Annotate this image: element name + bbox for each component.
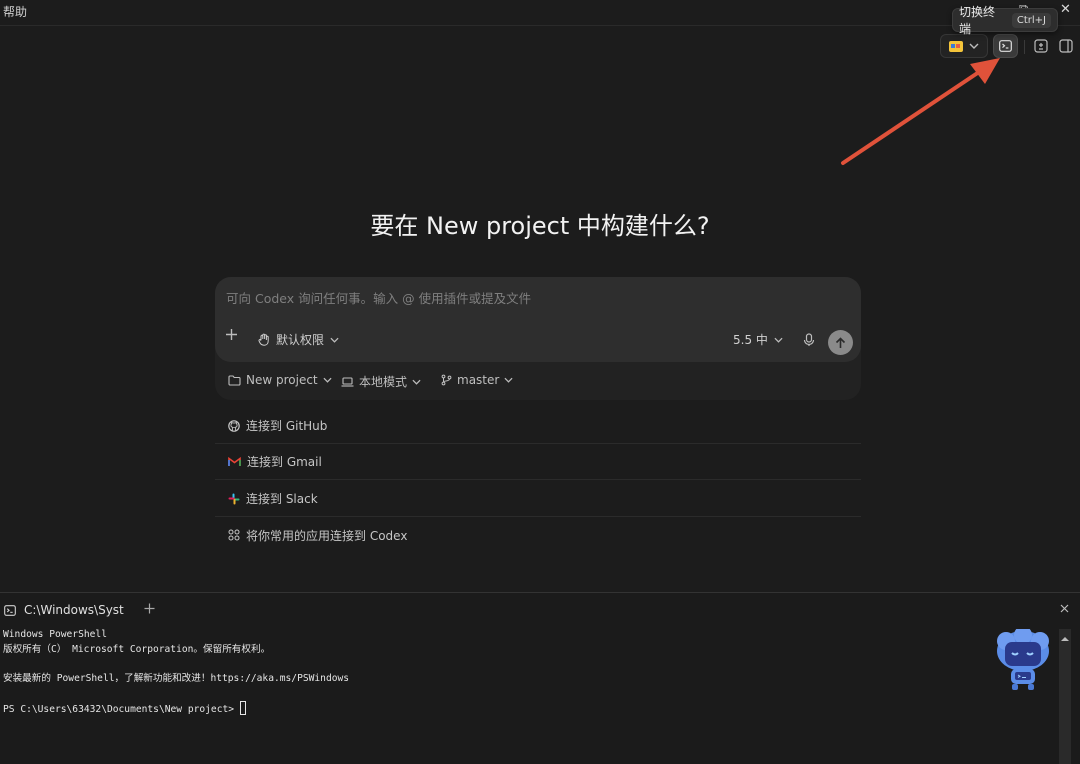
robot-mascot-icon xyxy=(997,629,1049,690)
mode-selector[interactable]: 本地模式 xyxy=(341,373,421,390)
close-icon xyxy=(1060,604,1069,613)
close-terminal-button[interactable] xyxy=(1060,602,1069,616)
branch-selector[interactable]: master xyxy=(441,373,513,387)
connect-slack-item[interactable]: 连接到 Slack xyxy=(215,481,861,517)
prompt-input[interactable]: 可向 Codex 询问任何事。输入 @ 使用插件或提及文件 xyxy=(226,288,531,307)
arrow-up-icon xyxy=(835,336,846,348)
connect-github-item[interactable]: 连接到 GitHub xyxy=(215,408,861,444)
model-label: 5.5 中 xyxy=(733,333,768,347)
github-icon xyxy=(228,419,240,432)
new-terminal-button[interactable] xyxy=(144,599,155,618)
plus-icon xyxy=(226,329,237,340)
terminal-scrollbar[interactable] xyxy=(1059,629,1071,764)
add-attachment-button[interactable] xyxy=(225,328,238,341)
connect-gmail-item[interactable]: 连接到 Gmail xyxy=(215,444,861,480)
tooltip-label: 切换终端 xyxy=(959,5,996,36)
open-in-app-button[interactable] xyxy=(940,34,988,58)
page-title: 要在 New project 中构建什么? xyxy=(370,212,710,240)
side-panel-icon[interactable] xyxy=(1058,38,1074,54)
close-window-button[interactable]: ✕ xyxy=(1060,2,1071,18)
mode-label: 本地模式 xyxy=(359,375,408,389)
project-selector[interactable]: New project xyxy=(228,373,332,387)
terminal-prompt-line: PS C:\Users\63432\Documents\New project> xyxy=(3,700,349,718)
hand-icon xyxy=(258,333,269,346)
apps-grid-icon xyxy=(228,529,240,541)
connect-apps-item[interactable]: 将你常用的应用连接到 Codex xyxy=(215,517,861,553)
suggestion-label: 将你常用的应用连接到 Codex xyxy=(246,528,408,543)
branch-label: master xyxy=(457,373,500,387)
app-folder-icon xyxy=(949,41,963,52)
microphone-icon[interactable] xyxy=(803,333,815,347)
diff-panel-icon[interactable] xyxy=(1033,38,1049,54)
terminal-panel: C:\Windows\Syster Windows PowerShell 版权所有… xyxy=(0,592,1080,764)
suggestion-label: 连接到 GitHub xyxy=(246,419,328,433)
permission-label: 默认权限 xyxy=(276,333,325,347)
chevron-down-icon xyxy=(330,337,339,343)
plus-icon xyxy=(144,603,155,614)
chevron-down-icon xyxy=(969,43,979,49)
toggle-terminal-button[interactable] xyxy=(993,34,1018,58)
terminal-icon xyxy=(999,40,1012,52)
model-selector[interactable]: 5.5 中 xyxy=(733,331,783,348)
terminal-line: 版权所有（C） Microsoft Corporation。保留所有权利。 xyxy=(3,643,271,655)
folder-icon xyxy=(228,374,241,386)
title-bar: 帮助 — ⧉ ✕ xyxy=(0,0,1080,26)
laptop-icon xyxy=(341,376,354,387)
scroll-up-icon xyxy=(1061,637,1069,641)
terminal-output[interactable]: Windows PowerShell 版权所有（C） Microsoft Corp… xyxy=(3,628,349,718)
terminal-icon xyxy=(4,604,16,616)
terminal-tab[interactable]: C:\Windows\Syster xyxy=(0,600,124,620)
terminal-tooltip: 切换终端 Ctrl+J xyxy=(952,5,1058,36)
slack-icon xyxy=(228,493,240,504)
send-button[interactable] xyxy=(828,330,853,355)
terminal-line: Windows PowerShell xyxy=(3,629,107,640)
permission-selector[interactable]: 默认权限 xyxy=(258,331,339,348)
project-label: New project xyxy=(246,373,318,387)
tooltip-shortcut: Ctrl+J xyxy=(1011,12,1051,28)
terminal-line: 安装最新的 PowerShell，了解新功能和改进！https://aka.ms… xyxy=(3,672,350,684)
menu-help[interactable]: 帮助 xyxy=(3,3,27,20)
terminal-cursor xyxy=(239,700,246,715)
suggestion-label: 连接到 Slack xyxy=(246,492,318,506)
terminal-prompt: PS C:\Users\63432\Documents\New project> xyxy=(3,703,240,715)
suggestion-label: 连接到 Gmail xyxy=(247,455,322,469)
git-branch-icon xyxy=(441,374,452,386)
gmail-icon xyxy=(228,456,241,466)
composer[interactable]: 可向 Codex 询问任何事。输入 @ 使用插件或提及文件 默认权限 5.5 中 xyxy=(215,277,861,362)
toolbar-separator xyxy=(1024,40,1025,54)
terminal-tab-title: C:\Windows\Syster xyxy=(24,603,124,617)
chevron-down-icon xyxy=(412,379,421,385)
chevron-down-icon xyxy=(504,377,513,383)
chevron-down-icon xyxy=(774,337,783,343)
chevron-down-icon xyxy=(323,377,332,383)
